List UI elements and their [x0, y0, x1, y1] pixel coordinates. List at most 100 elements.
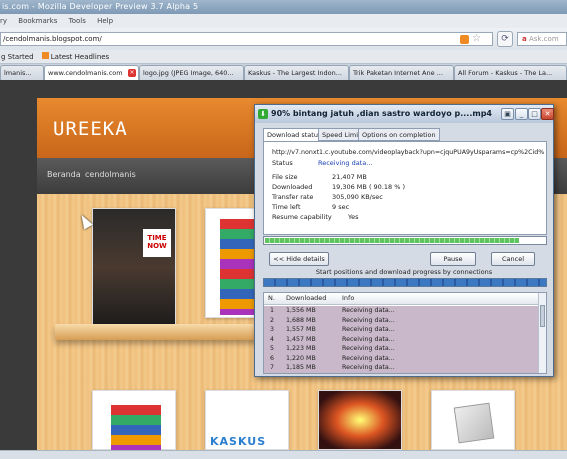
table-row[interactable]: 2 1,688 MB Receiving data... [264, 315, 540, 325]
cell-downloaded: 1,688 MB [286, 316, 316, 324]
cell-info: Receiving data... [342, 326, 395, 333]
field-value: 305,090 KB/sec [332, 193, 383, 201]
tab-4[interactable]: Kaskus - The Largest Indon... [244, 65, 349, 80]
table-scrollbar[interactable] [538, 293, 546, 373]
tab-strip: lmanis... www.cendolmanis.com × logo.jpg … [0, 64, 567, 80]
table-header: N. Downloaded Info [264, 293, 540, 305]
thumbnail-tiles[interactable] [205, 208, 256, 318]
file-size-row: File size 21,407 MB [272, 173, 367, 181]
cell-info: Receiving data... [342, 335, 395, 343]
thumbnail-tv-text: TIME NOW [143, 229, 171, 257]
field-label: File size [272, 173, 298, 181]
tab-download-status[interactable]: Download status [263, 128, 326, 142]
field-value: 9 sec [332, 203, 350, 211]
star-icon[interactable]: ☆ [472, 33, 481, 44]
field-value: Yes [348, 213, 359, 221]
cell-n: 1 [270, 307, 275, 314]
field-label: Time left [272, 203, 301, 211]
download-url: http://v7.nonxt1.c.youtube.com/videoplay… [272, 149, 544, 156]
status-value: Receiving data... [318, 159, 373, 167]
col-info[interactable]: Info [342, 293, 354, 304]
tab-label: www.cendolmanis.com [48, 69, 123, 77]
search-input[interactable]: a Ask.com [517, 32, 567, 46]
reload-button[interactable]: ⟳ [497, 31, 513, 47]
field-label: Resume capability [272, 213, 332, 221]
tab-label: lmanis... [4, 69, 32, 77]
table-row[interactable]: 1 1,556 MB Receiving data... [264, 306, 540, 316]
thumbnail-tiles-2[interactable] [92, 390, 176, 451]
thumbnail-screenshot[interactable]: TIME NOW [92, 208, 176, 326]
minimize-to-tray-button[interactable]: ▣ [501, 108, 514, 120]
close-tab-icon[interactable]: × [128, 69, 136, 77]
cancel-button[interactable]: Cancel [491, 252, 535, 266]
cell-info: Receiving data... [342, 307, 395, 314]
nav-cendolmanis[interactable]: cendolmanis [85, 170, 136, 179]
tab-3[interactable]: logo.jpg (JPEG Image, 640... [139, 65, 244, 80]
downloaded-row: Downloaded 19,306 MB ( 90.18 % ) [272, 183, 405, 191]
field-value: 19,306 MB ( 90.18 % ) [332, 183, 405, 191]
shelf [55, 324, 260, 340]
col-downloaded[interactable]: Downloaded [286, 293, 326, 304]
cell-n: 7 [270, 364, 275, 371]
hide-details-button[interactable]: << Hide details [269, 252, 329, 266]
connections-table: N. Downloaded Info 1 1,556 MB Receiving da… [263, 292, 547, 374]
bookmark-getting-started[interactable]: g Started [1, 53, 34, 61]
table-row[interactable]: 6 1,220 MB Receiving data... [264, 353, 540, 363]
status-panel: http://v7.nonxt1.c.youtube.com/videoplay… [263, 141, 547, 235]
status-row: Status Receiving data... [272, 159, 372, 167]
table-row[interactable]: 7 1,185 MB Receiving data... [264, 363, 540, 373]
nav-beranda[interactable]: Beranda [47, 170, 81, 179]
thumbnail-art[interactable] [318, 390, 402, 450]
cell-info: Receiving data... [342, 354, 395, 362]
table-row[interactable]: 3 1,557 MB Receiving data... [264, 325, 540, 335]
bookmarks-toolbar: g Started Latest Headlines [0, 50, 567, 64]
close-button[interactable]: ✕ [541, 108, 554, 120]
thumbnail-monitor[interactable] [431, 390, 515, 450]
tab-options-on-completion[interactable]: Options on completion [358, 128, 440, 141]
menu-bookmarks[interactable]: Bookmarks [18, 17, 57, 25]
kaskus-logo: KASKUS [210, 435, 267, 448]
menu-help[interactable]: Help [97, 17, 113, 25]
cell-downloaded: 1,223 MB [286, 345, 316, 352]
bookmark-latest-headlines[interactable]: Latest Headlines [51, 53, 109, 61]
tab-1[interactable]: lmanis... [0, 65, 44, 80]
cell-downloaded: 1,556 MB [286, 307, 316, 314]
download-dialog: 90% bintang jatuh ,dian sastro wardoyo p… [254, 104, 554, 377]
time-left-row: Time left 9 sec [272, 203, 349, 211]
maximize-button[interactable]: □ [528, 108, 541, 120]
status-bar [0, 450, 567, 459]
minimize-button[interactable]: _ [515, 108, 528, 120]
cell-downloaded: 1,220 MB [286, 354, 316, 362]
table-row[interactable]: 4 1,457 MB Receiving data... [264, 334, 540, 344]
cell-downloaded: 1,211 MB [286, 373, 316, 374]
menu-history[interactable]: ry [0, 17, 7, 25]
cell-n: 8 [270, 373, 274, 374]
tab-label: Trik Paketan Internet Ane ... [353, 69, 443, 77]
tab-5[interactable]: Trik Paketan Internet Ane ... [349, 65, 454, 80]
cell-n: 2 [270, 316, 275, 324]
tile-graphic [111, 405, 161, 451]
monitor-icon [453, 402, 495, 444]
cell-n: 6 [270, 354, 275, 362]
table-row[interactable]: 5 1,223 MB Receiving data... [264, 344, 540, 354]
pause-button[interactable]: Pause [430, 252, 476, 266]
url-bar[interactable]: /cendolmanis.blogspot.com/ [0, 32, 493, 46]
thumbnail-kaskus[interactable]: KASKUS [205, 390, 289, 450]
cell-info: Receiving data... [342, 316, 395, 324]
scrollbar-thumb[interactable] [540, 305, 545, 327]
tab-label: logo.jpg (JPEG Image, 640... [143, 69, 234, 77]
field-label: Downloaded [272, 183, 313, 191]
rss-icon[interactable] [460, 35, 469, 44]
resume-capability-row: Resume capability Yes [272, 213, 359, 221]
col-n[interactable]: N. [268, 293, 275, 304]
ask-icon: a [522, 35, 527, 43]
tab-label: All Forum - Kaskus - The La... [458, 69, 553, 77]
table-row[interactable]: 8 1,211 MB Receiving data... [264, 372, 540, 374]
menu-tools[interactable]: Tools [69, 17, 86, 25]
field-value: 21,407 MB [332, 173, 367, 181]
tab-6[interactable]: All Forum - Kaskus - The La... [454, 65, 567, 80]
site-logo[interactable]: UREEKA [53, 118, 128, 140]
tab-2[interactable]: www.cendolmanis.com × [44, 65, 139, 80]
cell-downloaded: 1,457 MB [286, 335, 316, 343]
cell-n: 3 [270, 326, 275, 333]
